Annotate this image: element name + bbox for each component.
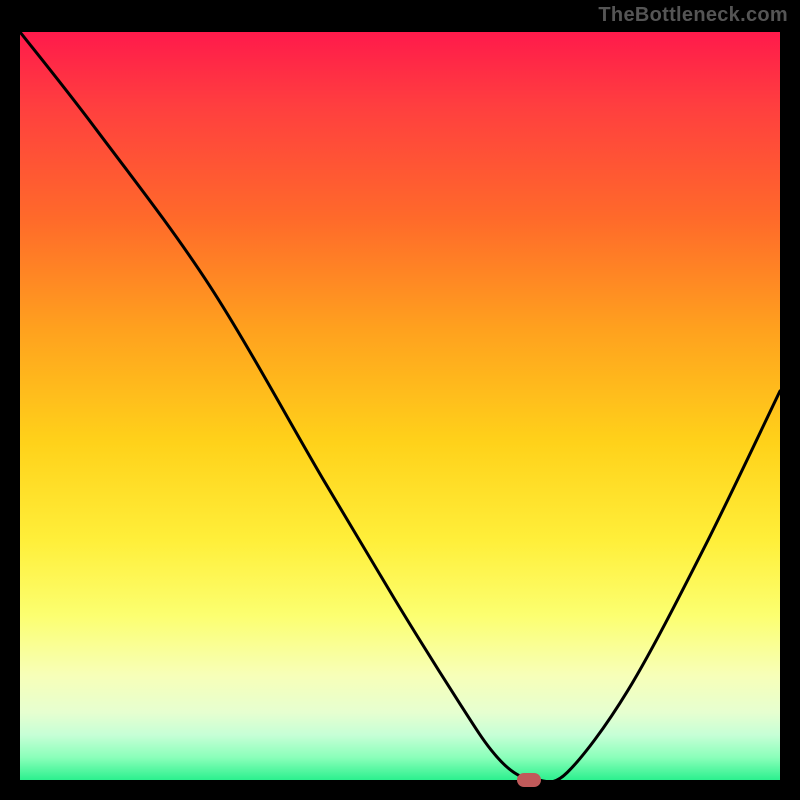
optimal-marker [517,773,541,787]
bottleneck-curve [20,32,780,780]
plot-area [20,32,780,780]
curve-svg [20,32,780,780]
watermark-label: TheBottleneck.com [598,4,788,27]
chart-frame: TheBottleneck.com [0,0,800,800]
